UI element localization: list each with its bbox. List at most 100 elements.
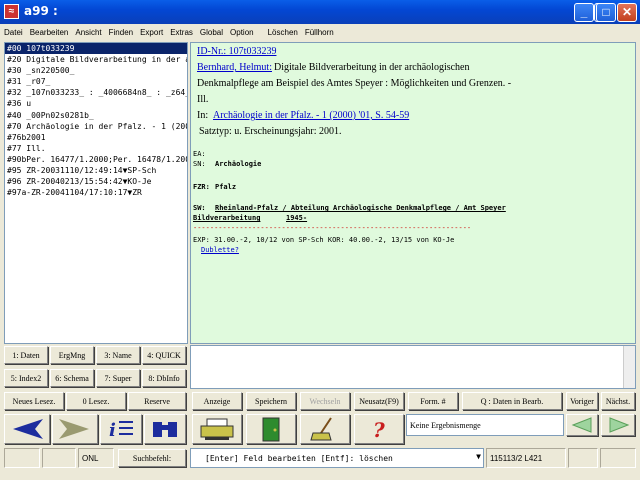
next-button[interactable]: [601, 414, 635, 436]
naechst-button[interactable]: Nächst.: [601, 392, 635, 410]
menu-fuellhorn[interactable]: Füllhorn: [305, 28, 334, 37]
list-item[interactable]: #00 107t033239: [5, 43, 187, 55]
print-button[interactable]: [192, 414, 242, 444]
window-title: a99 :: [24, 4, 58, 18]
title-line-1: Digitale Bildverarbeitung in der archäol…: [274, 62, 470, 73]
menu-loeschen[interactable]: Löschen: [268, 28, 298, 37]
list-item[interactable]: #36 u: [5, 98, 187, 109]
speichern-button[interactable]: Speichern: [246, 392, 296, 410]
list-item[interactable]: #77 Ill.: [5, 143, 187, 154]
in-label: In:: [197, 110, 209, 121]
binoculars-icon: [153, 422, 177, 437]
online-status: ONL: [78, 448, 114, 468]
menu-datei[interactable]: Datei: [4, 28, 23, 37]
dbinfo-button[interactable]: 8: DbInfo: [142, 369, 186, 387]
triangle-right-icon: [609, 417, 630, 433]
sn-label: SN:: [193, 160, 206, 168]
menu-option[interactable]: Option: [230, 28, 254, 37]
form-button[interactable]: Form. #: [408, 392, 458, 410]
sw-year[interactable]: 1945-: [286, 214, 307, 222]
svg-text:?: ?: [373, 418, 385, 442]
neues-lesez-button[interactable]: Neues Lesez.: [4, 392, 64, 410]
help-button[interactable]: ?: [354, 414, 404, 444]
super-button[interactable]: 7: Super: [96, 369, 140, 387]
minimize-button-2[interactable]: _: [574, 3, 594, 22]
ergmng-button[interactable]: ErgMng: [50, 346, 94, 364]
menu-finden[interactable]: Finden: [109, 28, 133, 37]
previous-button[interactable]: [566, 414, 598, 436]
menu-global[interactable]: Global: [200, 28, 223, 37]
record-display: ID-Nr.: 107t033239 Bernhard, Helmut: Dig…: [190, 42, 636, 344]
anzeige-button[interactable]: Anzeige: [192, 392, 242, 410]
printer-icon: [200, 418, 234, 440]
back-button[interactable]: [4, 414, 50, 444]
info-button[interactable]: i: [100, 414, 142, 444]
door-icon: [262, 417, 280, 442]
list-item[interactable]: #31 _r07_: [5, 76, 187, 87]
status-cell-3: [568, 448, 598, 468]
list-item[interactable]: #40 _00Pn02s0281b_: [5, 110, 187, 121]
schema-button[interactable]: 6: Schema: [50, 369, 94, 387]
sw-label: SW:: [193, 204, 206, 212]
svg-text:i: i: [109, 420, 116, 441]
chevron-down-icon[interactable]: ▼: [476, 452, 481, 461]
id-link[interactable]: ID-Nr.: 107t033239: [197, 46, 276, 57]
author-link[interactable]: Bernhard, Helmut:: [197, 62, 272, 73]
menu-bearbeiten[interactable]: Bearbeiten: [30, 28, 69, 37]
close-button[interactable]: ✕: [617, 3, 637, 22]
command-select[interactable]: [Enter] Feld bearbeiten [Entf]: löschen …: [190, 448, 484, 468]
menu-bar: Datei Bearbeiten Ansicht Finden Export E…: [0, 24, 640, 40]
title-bar: ≈ a99 : _: [0, 0, 640, 24]
sw-value-1[interactable]: Rheinland-Pfalz / Abteilung Archäologisc…: [215, 204, 506, 212]
list-item[interactable]: #32 _107n033233_ : _4006684n8_ : _z64_: [5, 87, 187, 98]
name-button[interactable]: 3: Name: [96, 346, 140, 364]
title-line-2: Denkmalpflege am Beispiel des Amtes Spey…: [197, 78, 512, 89]
menu-ansicht[interactable]: Ansicht: [75, 28, 101, 37]
dublette-link[interactable]: Dublette?: [201, 246, 239, 254]
sn-value: Archäologie: [215, 160, 262, 168]
menu-extras[interactable]: Extras: [170, 28, 193, 37]
divider: ----------------------------------------…: [193, 224, 472, 232]
list-item[interactable]: #30 _sn220500_: [5, 65, 187, 76]
arrow-right-icon: [59, 419, 89, 439]
forward-button[interactable]: [52, 414, 98, 444]
satztyp-text: Satztyp: u. Erscheinungsjahr: 2001.: [199, 126, 342, 137]
info-icon: i: [109, 420, 133, 441]
menu-export[interactable]: Export: [140, 28, 163, 37]
quick-button[interactable]: 4: QUICK: [142, 346, 186, 364]
voriger-button[interactable]: Voriger: [566, 392, 598, 410]
list-item[interactable]: #97a-ZR-20041104/17:10:17▼ZR: [5, 187, 187, 198]
exit-button[interactable]: [246, 414, 296, 444]
status-cell-2: [42, 448, 76, 468]
q-daten-button[interactable]: Q : Daten in Bearb.: [462, 392, 562, 410]
search-button[interactable]: [144, 414, 186, 444]
maximize-button[interactable]: □: [596, 3, 616, 22]
sw-value-2[interactable]: Bildverarbeitung: [193, 214, 260, 222]
ergebnis-status: Keine Ergebnismenge: [406, 414, 564, 436]
reserve-button[interactable]: Reserve: [128, 392, 186, 410]
record-fields-list[interactable]: #00 107t033239 #20 Digitale Bildverarbei…: [4, 42, 188, 344]
list-item[interactable]: #90bPer. 16477/1.2000;Per. 16478/1.200: [5, 154, 187, 165]
index2-button[interactable]: 5: Index2: [4, 369, 48, 387]
list-item[interactable]: #70 Archäologie in der Pfalz. - 1 (2000: [5, 121, 187, 132]
help-icon: ?: [373, 418, 385, 442]
app-icon[interactable]: ≈: [4, 4, 19, 19]
ea-label: EA:: [193, 150, 206, 158]
list-item[interactable]: #95 ZR-20031110/12:49:14▼SP-Sch: [5, 165, 187, 176]
in-link[interactable]: Archäologie in der Pfalz. - 1 (2000) '01…: [213, 110, 409, 121]
clean-button[interactable]: [300, 414, 350, 444]
command-select-value: [Enter] Feld bearbeiten [Entf]: löschen: [205, 453, 393, 463]
status-cell-4: [600, 448, 636, 468]
wechseln-button[interactable]: Wechseln: [300, 392, 350, 410]
list-item[interactable]: #76b2001: [5, 132, 187, 143]
edit-area[interactable]: [190, 345, 636, 389]
fzr-value: Pfalz: [215, 183, 237, 191]
lesez-button[interactable]: 0 Lesez.: [66, 392, 126, 410]
fzr-label: FZR:: [193, 183, 210, 191]
suchbefehl-button[interactable]: Suchbefehl:: [118, 449, 186, 467]
list-item[interactable]: #20 Digitale Bildverarbeitung in der ar: [5, 54, 187, 65]
list-item[interactable]: #96 ZR-20040213/15:54:42▼KO-Je: [5, 176, 187, 187]
neusatz-button[interactable]: Neusatz(F9): [354, 392, 404, 410]
daten-button[interactable]: 1: Daten: [4, 346, 48, 364]
scrollbar[interactable]: [623, 346, 635, 388]
